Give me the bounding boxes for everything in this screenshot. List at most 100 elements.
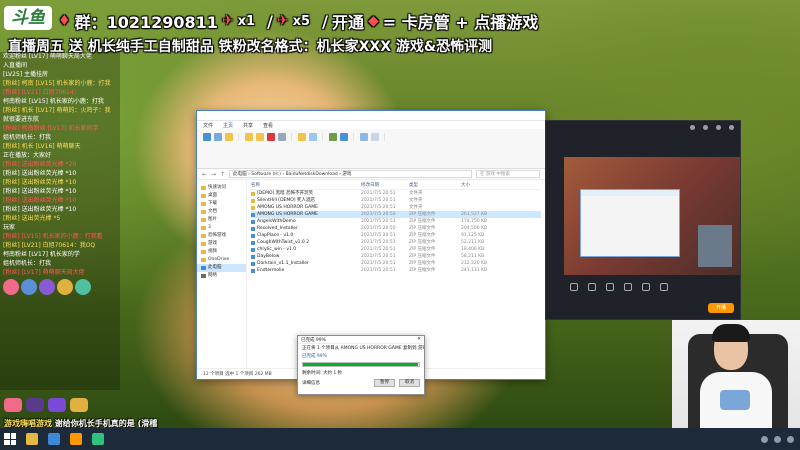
obs-title-bar[interactable] xyxy=(546,121,740,133)
folder-icon xyxy=(251,198,255,203)
nav-item[interactable]: 桌面 xyxy=(197,192,246,200)
chat-message: 姐机师机长：打我 xyxy=(3,260,52,267)
tab-view[interactable]: 查看 xyxy=(263,122,273,129)
nav-item[interactable]: 3 xyxy=(197,224,246,232)
file-row[interactable]: Resolved_Installer 2021/7/5 20:50 ZIP 压缩文件… xyxy=(251,225,541,232)
rename-icon[interactable] xyxy=(278,133,286,141)
obs-tool-button[interactable] xyxy=(642,283,650,297)
folder-icon xyxy=(201,186,206,190)
up-arrow-icon[interactable]: ↑ xyxy=(220,171,225,178)
file-date: 2021/7/5 20:51 xyxy=(361,219,396,224)
user-avatar-icon[interactable] xyxy=(690,124,695,130)
nav-item[interactable]: 文档 xyxy=(197,208,246,216)
column-type[interactable]: 类型 xyxy=(409,182,461,189)
windows-taskbar xyxy=(0,428,800,450)
nav-item[interactable]: 此电脑 xyxy=(197,264,246,272)
move-icon[interactable] xyxy=(245,133,253,141)
minimize-icon[interactable] xyxy=(716,124,721,130)
file-row[interactable]: chrylic_win - v1.0 2021/7/5 20:51 ZIP 压缩文件… xyxy=(251,246,541,253)
open-icon[interactable] xyxy=(340,133,348,141)
close-icon[interactable] xyxy=(729,124,734,130)
streaming-app-window[interactable]: 开播 xyxy=(545,120,741,320)
nav-item[interactable]: 下载 xyxy=(197,200,246,208)
new-item-icon[interactable] xyxy=(309,133,317,141)
nav-item[interactable]: 图片 xyxy=(197,216,246,224)
obs-tool-button[interactable] xyxy=(588,283,596,297)
obs-tool-button[interactable] xyxy=(660,283,668,297)
file-row[interactable]: AMONG US HORROR GAME 2021/7/5 20:51 文件夹 xyxy=(251,204,541,211)
forward-arrow-icon[interactable]: → xyxy=(211,171,216,178)
file-explorer-taskbar-icon[interactable] xyxy=(26,433,38,445)
new-folder-icon[interactable] xyxy=(298,133,306,141)
pause-button[interactable]: 暂停 xyxy=(374,379,395,387)
nav-item[interactable]: OneDrive xyxy=(197,256,246,264)
copy-icon[interactable] xyxy=(214,133,222,141)
network-icon[interactable] xyxy=(761,435,768,443)
file-row[interactable]: Darkrain_v1.1_Installer 2021/7/5 20:51 ZIP… xyxy=(251,260,541,267)
file-row[interactable]: [DEMO] 黑暗 恐怖不开玩笑 2021/7/5 20:51 文件夹 xyxy=(251,190,541,197)
file-row[interactable]: ClapPlace - v1.0 2021/7/5 20:51 ZIP 压缩文件 91… xyxy=(251,232,541,239)
copy-to-icon[interactable] xyxy=(256,133,264,141)
file-name-cell: Darkrain_v1.1_Installer xyxy=(251,260,361,267)
search-input[interactable]: 在 游戏 中搜索 xyxy=(476,170,540,178)
delete-icon[interactable] xyxy=(267,133,275,141)
file-row[interactable]: SilentHill [DEMO] 死人酒店 2021/7/5 20:51 文件夹 xyxy=(251,197,541,204)
copy-dialog-title-bar[interactable]: 已完成 99% ✕ xyxy=(298,336,424,344)
stream-preview[interactable] xyxy=(564,157,740,275)
browser-taskbar-icon[interactable] xyxy=(48,433,60,445)
obs-tool-button[interactable] xyxy=(606,283,614,297)
archive-icon xyxy=(251,247,255,252)
archive-icon xyxy=(251,212,255,217)
nav-item[interactable]: 网络 xyxy=(197,272,246,280)
paste-icon[interactable] xyxy=(225,133,233,141)
tab-share[interactable]: 共享 xyxy=(243,122,253,129)
file-name: CoughWithTwist_v1.0.2 xyxy=(257,240,310,245)
column-size[interactable]: 大小 xyxy=(461,182,497,189)
column-name[interactable]: 名称 xyxy=(251,182,361,189)
file-row[interactable]: DayBelow 2021/7/5 20:51 ZIP 压缩文件 58,211 KB xyxy=(251,253,541,260)
column-date[interactable]: 修改日期 xyxy=(361,182,409,189)
more-details-link[interactable]: 详细信息 xyxy=(302,380,320,386)
address-bar[interactable]: 此电脑 › Software (H:) › BaiduNetdiskDownlo… xyxy=(229,170,472,178)
obs-tool-button[interactable] xyxy=(624,283,632,297)
cancel-button[interactable]: 取消 xyxy=(399,379,420,387)
archive-icon xyxy=(251,268,255,273)
ime-icon[interactable] xyxy=(787,435,794,443)
file-name-cell: ClapPlace - v1.0 xyxy=(251,232,361,239)
tab-home[interactable]: 主页 xyxy=(223,122,233,129)
file-name-cell: Endtermolie xyxy=(251,267,361,274)
file-row[interactable]: CoughWithTwist_v1.0.2 2021/7/5 20:51 ZIP 压… xyxy=(251,239,541,246)
file-row[interactable]: AngelsWithDemo 2021/7/5 20:51 ZIP 压缩文件 174,… xyxy=(251,218,541,225)
explorer-title-bar[interactable] xyxy=(197,111,545,121)
nav-item[interactable]: 游戏 xyxy=(197,240,246,248)
close-icon[interactable]: ✕ xyxy=(417,337,421,342)
back-arrow-icon[interactable]: ← xyxy=(202,171,207,178)
copy-progress-dialog[interactable]: 已完成 99% ✕ 正在将 1 个项目从 AMONG US HORROR GAM… xyxy=(297,335,425,395)
streaming-app-taskbar-icon[interactable] xyxy=(70,433,82,445)
file-explorer-window[interactable]: 文件 主页 共享 查看 ← → ↑ 此电脑 › Software (H:) › … xyxy=(196,110,546,395)
volume-icon[interactable] xyxy=(774,435,781,443)
select-none-icon[interactable] xyxy=(371,133,379,141)
settings-icon[interactable] xyxy=(703,124,708,130)
network-icon xyxy=(201,274,206,278)
stream-overlay-top: 斗鱼 ♦ 群：1021290811 ✈ x1 / ✈ x5 / 开通 ◆ = 卡… xyxy=(0,0,560,60)
address-row: ← → ↑ 此电脑 › Software (H:) › BaiduNetdisk… xyxy=(197,169,545,180)
chat-app-taskbar-icon[interactable] xyxy=(92,433,104,445)
file-row[interactable]: Endtermolie 2021/7/5 20:51 ZIP 压缩文件 241,131… xyxy=(251,267,541,274)
nav-item[interactable]: 视频 xyxy=(197,248,246,256)
file-size: 204,500 KB xyxy=(461,226,488,231)
select-all-icon[interactable] xyxy=(360,133,368,141)
obs-tool-button[interactable] xyxy=(570,283,578,297)
nav-item-label: 快速访问 xyxy=(208,185,226,190)
tab-file[interactable]: 文件 xyxy=(203,122,213,129)
windows-start-icon[interactable] xyxy=(4,433,16,445)
nav-item[interactable]: 快速访问 xyxy=(197,184,246,192)
pin-icon[interactable] xyxy=(203,133,211,141)
go-live-button[interactable]: 开播 xyxy=(708,303,734,313)
properties-icon[interactable] xyxy=(329,133,337,141)
file-date: 2021/7/5 20:51 xyxy=(361,261,396,266)
file-row[interactable]: AMONG US HORROR GAME 2021/7/5 20:50 ZIP 压缩… xyxy=(251,211,541,218)
gift-icon xyxy=(70,398,88,412)
nav-item[interactable]: 恐怖游戏 xyxy=(197,232,246,240)
chat-message: [粉丝] 送出粉丝荧光棒 *10 xyxy=(3,179,77,186)
